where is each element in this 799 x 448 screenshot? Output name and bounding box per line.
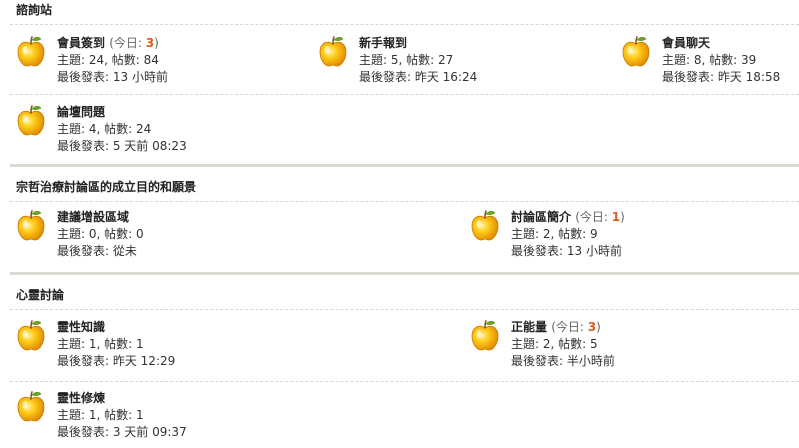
forum-name-link[interactable]: 新手報到 — [359, 36, 407, 50]
section-title-purpose[interactable]: 宗哲治療討論區的成立目的和願景 — [16, 178, 196, 195]
forum-stats: 主題: 5, 帖數: 27 — [359, 53, 454, 67]
section-separator — [10, 164, 799, 167]
forum-last-post[interactable]: 最後發表: 3 天前 09:37 — [57, 424, 187, 441]
divider — [10, 94, 799, 95]
forum-stats: 主題: 2, 帖數: 5 — [511, 337, 598, 351]
forum-name-link[interactable]: 會員聊天 — [662, 36, 710, 50]
forum-stats: 主題: 2, 帖數: 9 — [511, 227, 598, 241]
forum-stats: 主題: 0, 帖數: 0 — [57, 227, 144, 241]
divider — [10, 309, 799, 310]
forum-name-link[interactable]: 靈性知識 — [57, 320, 105, 334]
golden-apple-icon — [16, 319, 46, 351]
forum-name-link[interactable]: 靈性修煉 — [57, 391, 105, 405]
forum-stats: 主題: 4, 帖數: 24 — [57, 122, 152, 136]
section-title-spirit[interactable]: 心靈討論 — [16, 286, 64, 303]
forum-stats: 主題: 1, 帖數: 1 — [57, 337, 144, 351]
divider — [10, 381, 799, 382]
forum-name-link[interactable]: 正能量 — [511, 320, 547, 334]
forum-stats: 主題: 8, 帖數: 39 — [662, 53, 757, 67]
forum-last-post[interactable]: 最後發表: 從未 — [57, 243, 144, 260]
golden-apple-icon — [16, 390, 46, 422]
golden-apple-icon — [470, 209, 500, 241]
forum-last-post[interactable]: 最後發表: 13 小時前 — [511, 243, 625, 260]
forum-stats: 主題: 24, 帖數: 84 — [57, 53, 159, 67]
section-title-consult[interactable]: 諮詢站 — [16, 1, 52, 18]
golden-apple-icon — [621, 35, 651, 67]
golden-apple-icon — [16, 104, 46, 136]
forum-last-post[interactable]: 最後發表: 5 天前 08:23 — [57, 138, 187, 155]
today-count: (今日: 3) — [109, 36, 159, 50]
forum-last-post[interactable]: 最後發表: 13 小時前 — [57, 69, 168, 86]
forum-last-post[interactable]: 最後發表: 昨天 12:29 — [57, 353, 175, 370]
golden-apple-icon — [318, 35, 348, 67]
section-separator — [10, 272, 799, 275]
forum-last-post[interactable]: 最後發表: 昨天 16:24 — [359, 69, 477, 86]
forum-name-link[interactable]: 討論區簡介 — [511, 210, 571, 224]
forum-stats: 主題: 1, 帖數: 1 — [57, 408, 144, 422]
divider — [10, 24, 799, 25]
forum-last-post[interactable]: 最後發表: 半小時前 — [511, 353, 615, 370]
forum-last-post[interactable]: 最後發表: 昨天 18:58 — [662, 69, 780, 86]
golden-apple-icon — [470, 319, 500, 351]
forum-name-link[interactable]: 建議增設區域 — [57, 210, 129, 224]
today-count: (今日: 1) — [575, 210, 625, 224]
golden-apple-icon — [16, 35, 46, 67]
forum-name-link[interactable]: 會員簽到 — [57, 36, 105, 50]
golden-apple-icon — [16, 209, 46, 241]
divider — [10, 201, 799, 202]
forum-name-link[interactable]: 論壇問題 — [57, 105, 105, 119]
today-count: (今日: 3) — [551, 320, 601, 334]
